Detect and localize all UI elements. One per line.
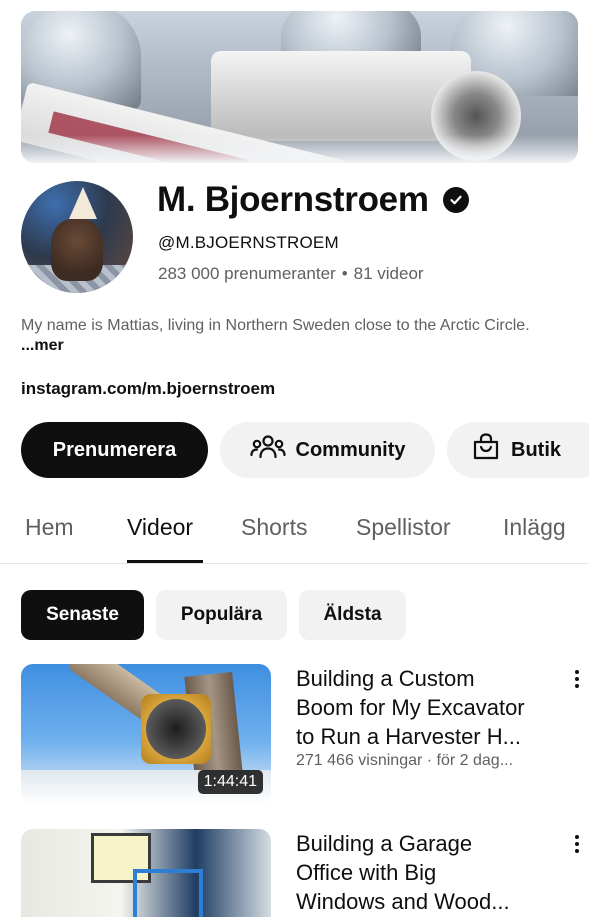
video-title-line: Windows and Wood... xyxy=(296,889,510,914)
channel-handle: @M.BJOERNSTROEM xyxy=(158,233,339,252)
video-duration: 1:44:41 xyxy=(197,770,263,794)
people-group-icon xyxy=(249,433,286,467)
video-title-line: to Run a Harvester H... xyxy=(296,724,521,749)
filter-chip-latest[interactable]: Senaste xyxy=(21,590,144,640)
video-meta: 271 466 visningar · för 2 dag... xyxy=(296,752,514,769)
shop-button[interactable]: Butik xyxy=(447,422,589,478)
community-button[interactable]: Community xyxy=(220,422,435,478)
video-thumbnail[interactable]: 1:44:41 xyxy=(21,664,271,804)
description-text: My name is Mattias, living in Northern S… xyxy=(21,317,530,334)
filter-chip-popular[interactable]: Populära xyxy=(156,590,287,640)
channel-stats: 283 000 prenumeranter • 81 videor xyxy=(158,264,424,284)
more-options-icon[interactable] xyxy=(568,831,586,857)
tab-shorts[interactable]: Shorts xyxy=(241,514,307,541)
channel-tabs: Hem Videor Shorts Spellistor Inlägg xyxy=(0,500,589,564)
verified-check-icon xyxy=(442,187,469,213)
subscriber-count: 283 000 prenumeranter xyxy=(158,264,336,283)
video-title[interactable]: Building a Garage Office with Big Window… xyxy=(296,829,566,916)
tab-playlists[interactable]: Spellistor xyxy=(356,514,451,541)
channel-name: M. Bjoernstroem xyxy=(157,180,469,220)
shop-label: Butik xyxy=(511,438,561,461)
shopping-bag-icon xyxy=(471,432,501,468)
filter-chip-oldest[interactable]: Äldsta xyxy=(299,590,406,640)
channel-description[interactable]: My name is Mattias, living in Northern S… xyxy=(21,316,569,356)
video-title-line: Boom for My Excavator xyxy=(296,695,525,720)
video-count: 81 videor xyxy=(353,264,424,283)
stats-separator: • xyxy=(341,264,348,283)
active-tab-indicator xyxy=(127,560,203,563)
channel-external-link[interactable]: instagram.com/m.bjoernstroem xyxy=(21,379,275,399)
tab-videos[interactable]: Videor xyxy=(127,514,193,541)
video-title-line: Office with Big xyxy=(296,860,437,885)
subscribe-label: Prenumerera xyxy=(52,438,177,461)
video-title[interactable]: Building a Custom Boom for My Excavator … xyxy=(296,664,566,751)
channel-name-text: M. Bjoernstroem xyxy=(157,180,429,219)
description-more-link[interactable]: ...mer xyxy=(21,337,64,354)
tab-home[interactable]: Hem xyxy=(25,514,74,541)
video-thumbnail[interactable] xyxy=(21,829,271,917)
channel-banner xyxy=(21,11,578,163)
subscribe-button[interactable]: Prenumerera xyxy=(21,422,208,478)
video-title-line: Building a Custom xyxy=(296,666,475,691)
video-title-line: Building a Garage xyxy=(296,831,473,856)
channel-avatar[interactable] xyxy=(21,181,133,293)
tab-posts[interactable]: Inlägg xyxy=(503,514,566,541)
community-label: Community xyxy=(295,438,406,461)
more-options-icon[interactable] xyxy=(568,666,586,692)
